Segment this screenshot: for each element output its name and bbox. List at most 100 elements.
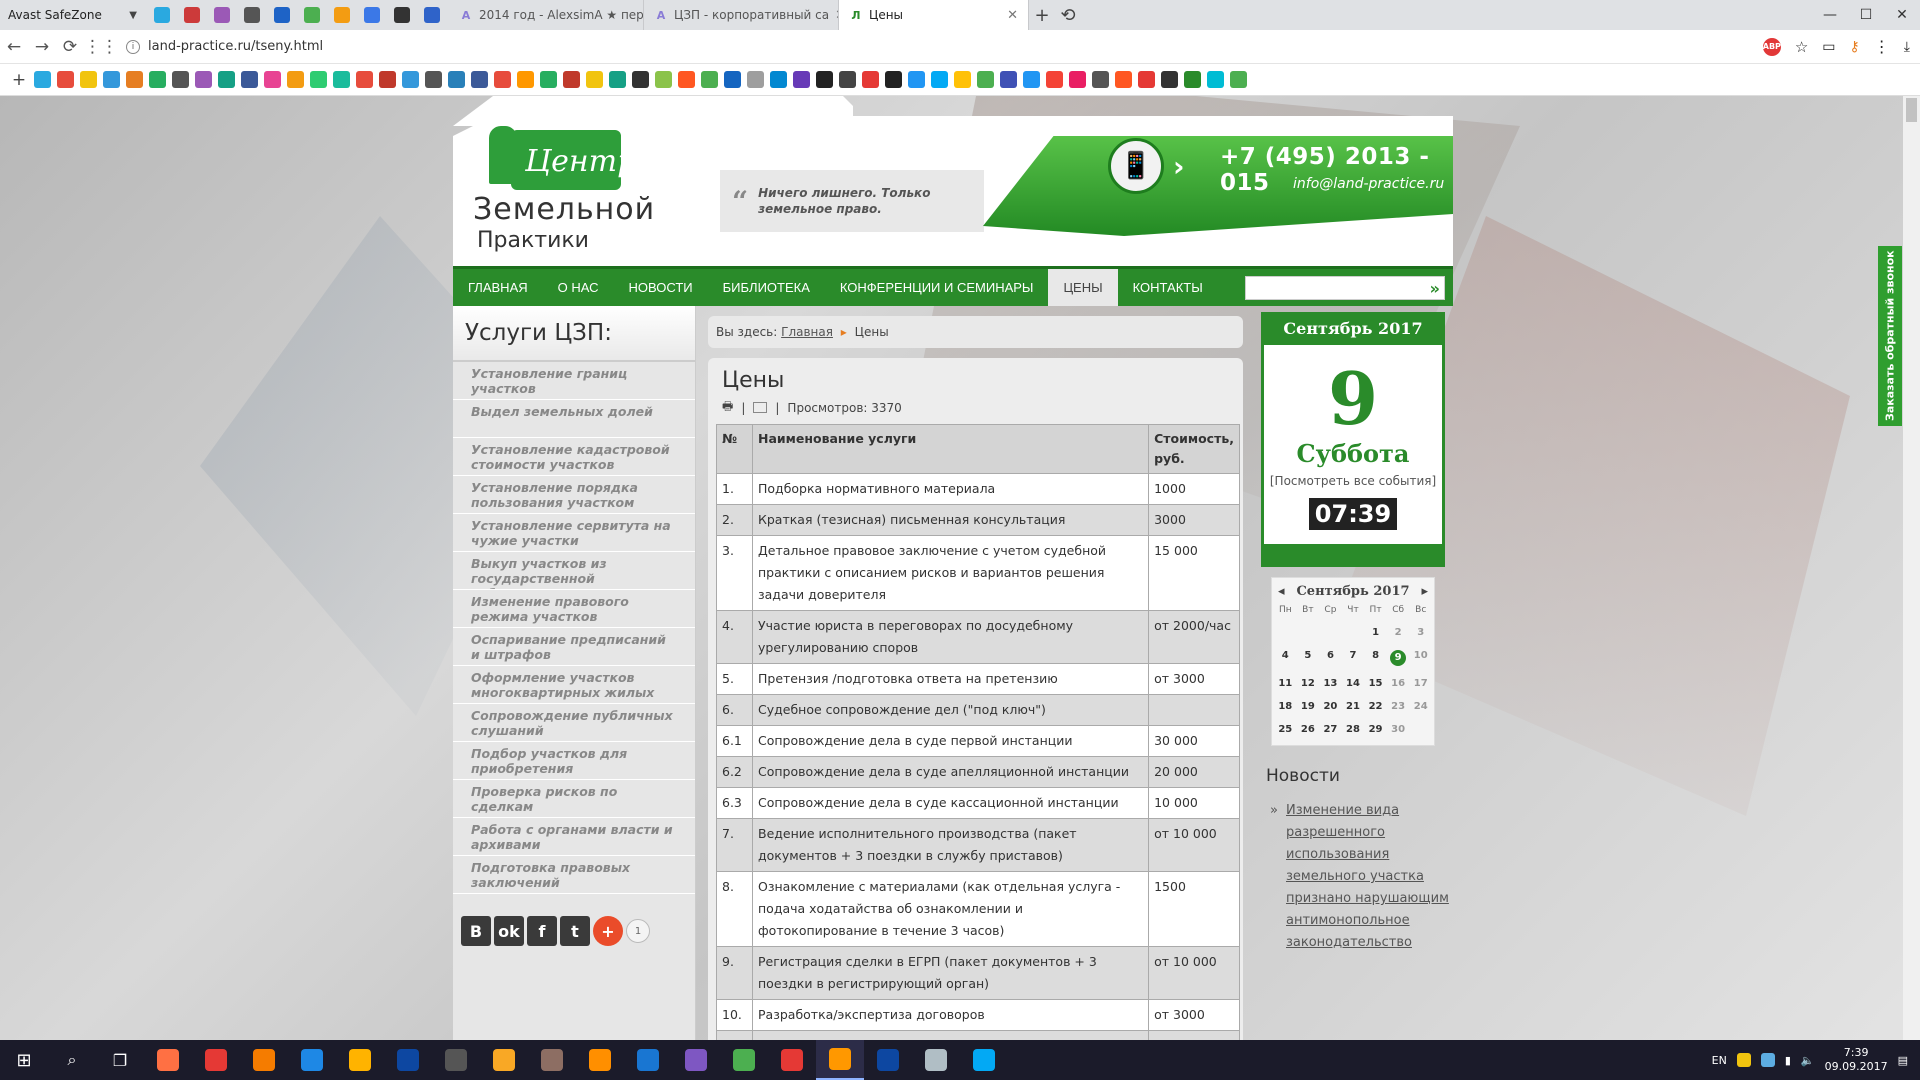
share-button[interactable]: t xyxy=(560,916,590,946)
service-link[interactable]: Установление порядка пользования участко… xyxy=(453,476,695,514)
calendar-day[interactable]: 5 xyxy=(1297,650,1320,661)
adblock-icon[interactable]: ABP xyxy=(1763,37,1781,56)
search-icon[interactable]: ⌕ xyxy=(48,1040,96,1080)
service-link[interactable]: Изменение правового режима участков xyxy=(453,590,695,628)
bookmark-favicon-icon[interactable] xyxy=(632,71,649,88)
calendar-day[interactable]: 15 xyxy=(1364,678,1387,689)
tray-lang[interactable]: EN xyxy=(1712,1054,1727,1067)
browser-tab[interactable]: Л Цены ✕ xyxy=(839,0,1029,30)
taskbar-app-icon[interactable] xyxy=(384,1040,432,1080)
bookmark-favicon-icon[interactable] xyxy=(885,71,902,88)
taskbar-app-icon[interactable] xyxy=(816,1040,864,1080)
pinned-tab-icon[interactable] xyxy=(149,3,175,27)
add-bookmark-icon[interactable]: + xyxy=(10,70,28,90)
pinned-tab-icon[interactable] xyxy=(269,3,295,27)
bookmark-favicon-icon[interactable] xyxy=(1161,71,1178,88)
calendar-day[interactable]: 14 xyxy=(1342,678,1365,689)
calendar-day[interactable]: 24 xyxy=(1409,701,1432,712)
bookmark-favicon-icon[interactable] xyxy=(402,71,419,88)
pinned-tab-icon[interactable] xyxy=(389,3,415,27)
reload-button[interactable]: ⟳ xyxy=(56,37,84,57)
taskbar-app-icon[interactable] xyxy=(768,1040,816,1080)
menu-item[interactable]: ЦЕНЫ xyxy=(1048,269,1118,306)
bookmark-favicon-icon[interactable] xyxy=(816,71,833,88)
callback-button[interactable]: Заказать обратный звонок xyxy=(1878,246,1902,426)
search-submit-icon[interactable]: » xyxy=(1430,279,1440,298)
download-icon[interactable]: ⤓ xyxy=(1904,39,1910,55)
bookmark-favicon-icon[interactable] xyxy=(977,71,994,88)
pinned-tab-icon[interactable] xyxy=(239,3,265,27)
bookmark-favicon-icon[interactable] xyxy=(80,71,97,88)
taskbar-app-icon[interactable] xyxy=(144,1040,192,1080)
battery-icon[interactable]: ▭ xyxy=(1822,39,1835,55)
calendar-day[interactable]: 1 xyxy=(1364,627,1387,638)
volume-icon[interactable]: 🔈 xyxy=(1801,1054,1815,1067)
taskbar-app-icon[interactable] xyxy=(672,1040,720,1080)
calendar-day[interactable]: 21 xyxy=(1342,701,1365,712)
calendar-day[interactable]: 30 xyxy=(1387,724,1410,735)
browser-tab[interactable]: A2014 год - AlexsimA ★ пер✕ xyxy=(449,0,644,30)
browser-tab[interactable]: AЦЗП - корпоративный са✕ xyxy=(644,0,839,30)
start-button[interactable]: ⊞ xyxy=(0,1040,48,1080)
taskbar-app-icon[interactable] xyxy=(288,1040,336,1080)
calendar-day[interactable]: 18 xyxy=(1274,701,1297,712)
close-window-button[interactable]: ✕ xyxy=(1884,0,1920,30)
key-icon[interactable]: ⚷ xyxy=(1850,39,1860,55)
taskbar-app-icon[interactable] xyxy=(864,1040,912,1080)
taskbar-app-icon[interactable] xyxy=(480,1040,528,1080)
bookmark-favicon-icon[interactable] xyxy=(839,71,856,88)
bookmark-favicon-icon[interactable] xyxy=(655,71,672,88)
history-icon[interactable]: ⟲ xyxy=(1055,5,1081,26)
calendar-next-icon[interactable]: ▸ xyxy=(1421,584,1428,599)
email-link[interactable]: info@land-practice.ru xyxy=(1293,176,1444,192)
calendar-day[interactable]: 17 xyxy=(1409,678,1432,689)
taskbar-app-icon[interactable] xyxy=(720,1040,768,1080)
news-item-link[interactable]: Изменение вида разрешенного использовани… xyxy=(1266,800,1453,954)
menu-item[interactable]: БИБЛИОТЕКА xyxy=(708,269,825,306)
bookmark-favicon-icon[interactable] xyxy=(517,71,534,88)
site-logo[interactable]: Центр Земельной Практики xyxy=(473,126,673,256)
calendar-day[interactable]: 26 xyxy=(1297,724,1320,735)
menu-item[interactable]: НОВОСТИ xyxy=(614,269,708,306)
service-link[interactable]: Установление границ участков xyxy=(453,362,695,400)
all-events-link[interactable]: [Посмотреть все события] xyxy=(1264,474,1442,488)
bookmark-favicon-icon[interactable] xyxy=(195,71,212,88)
bookmark-favicon-icon[interactable] xyxy=(264,71,281,88)
calendar-day[interactable]: 10 xyxy=(1409,650,1432,661)
service-link[interactable]: Оспаривание предписаний и штрафов xyxy=(453,628,695,666)
bookmark-favicon-icon[interactable] xyxy=(241,71,258,88)
share-button[interactable]: f xyxy=(527,916,557,946)
bookmark-favicon-icon[interactable] xyxy=(563,71,580,88)
bookmark-favicon-icon[interactable] xyxy=(862,71,879,88)
bookmark-favicon-icon[interactable] xyxy=(356,71,373,88)
menu-item[interactable]: КОНФЕРЕНЦИИ И СЕМИНАРЫ xyxy=(825,269,1049,306)
close-tab-icon[interactable]: ✕ xyxy=(1007,8,1018,23)
bookmark-favicon-icon[interactable] xyxy=(287,71,304,88)
bookmark-favicon-icon[interactable] xyxy=(333,71,350,88)
bookmark-favicon-icon[interactable] xyxy=(954,71,971,88)
taskbar-clock[interactable]: 7:39 09.09.2017 xyxy=(1825,1046,1888,1074)
apps-grid-icon[interactable]: ⋮⋮ xyxy=(84,37,118,57)
taskbar-app-icon[interactable] xyxy=(624,1040,672,1080)
maximize-button[interactable]: ☐ xyxy=(1848,0,1884,30)
bookmark-favicon-icon[interactable] xyxy=(793,71,810,88)
pinned-tab-icon[interactable] xyxy=(179,3,205,27)
taskbar-app-icon[interactable] xyxy=(528,1040,576,1080)
taskbar-app-icon[interactable] xyxy=(240,1040,288,1080)
bookmark-favicon-icon[interactable] xyxy=(379,71,396,88)
print-icon[interactable]: 🖶 xyxy=(722,397,733,418)
bookmark-favicon-icon[interactable] xyxy=(1184,71,1201,88)
bookmark-favicon-icon[interactable] xyxy=(701,71,718,88)
calendar-day[interactable]: 13 xyxy=(1319,678,1342,689)
bookmark-favicon-icon[interactable] xyxy=(34,71,51,88)
taskbar-app-icon[interactable] xyxy=(192,1040,240,1080)
service-link[interactable]: Подготовка правовых заключений xyxy=(453,856,695,894)
menu-item[interactable]: О НАС xyxy=(543,269,614,306)
bookmark-favicon-icon[interactable] xyxy=(1000,71,1017,88)
calendar-day[interactable]: 12 xyxy=(1297,678,1320,689)
bookmark-favicon-icon[interactable] xyxy=(540,71,557,88)
calendar-day[interactable]: 6 xyxy=(1319,650,1342,661)
calendar-day[interactable]: 29 xyxy=(1364,724,1387,735)
minimize-button[interactable]: — xyxy=(1812,0,1848,30)
bookmark-favicon-icon[interactable] xyxy=(1046,71,1063,88)
